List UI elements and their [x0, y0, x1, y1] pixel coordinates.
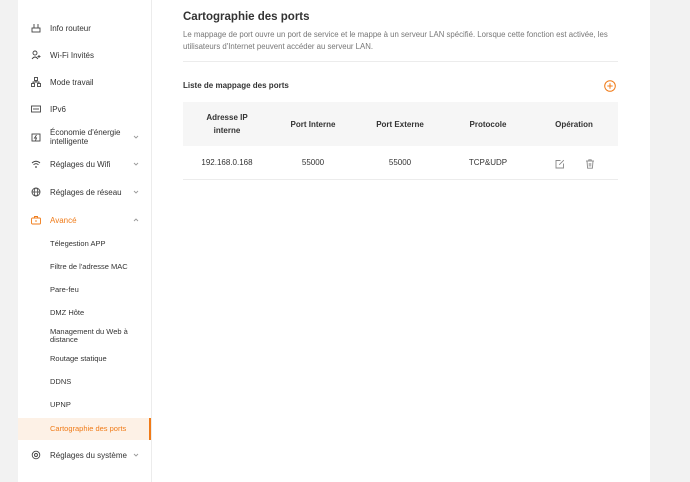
column-header-external-port: Port Externe: [376, 119, 424, 129]
sidebar-item-label: Mode travail: [50, 77, 94, 87]
subitem-label: DMZ Hôte: [50, 308, 85, 317]
sidebar-item-avance[interactable]: Avancé: [18, 214, 151, 226]
sidebar-subitem-ddns[interactable]: DDNS: [18, 378, 151, 388]
column-header-operation: Opération: [555, 119, 593, 129]
network-mode-icon: [31, 77, 41, 87]
cell-protocol: TCP&UDP: [468, 158, 508, 167]
subitem-label: Management du Web à distance: [50, 327, 128, 344]
chevron-down-icon: [133, 189, 139, 195]
sidebar-item-label: Avancé: [50, 215, 77, 225]
page-title: Cartographie des ports: [183, 11, 310, 23]
subitem-label: Filtre de l'adresse MAC: [50, 262, 128, 271]
cell-external-port: 55000: [388, 158, 412, 167]
toolbox-icon: [31, 215, 41, 225]
cell-ip: 192.168.0.168: [201, 158, 253, 167]
sidebar-subitem-cartographie-ports[interactable]: Cartographie des ports: [18, 418, 151, 440]
system-settings-icon: [31, 450, 41, 460]
column-header-protocol: Protocole: [469, 119, 507, 129]
column-header-ip: Adresse IP interne: [206, 113, 248, 135]
subitem-label: DDNS: [50, 377, 72, 386]
ipv6-icon: [31, 104, 41, 114]
sidebar-subitem-management-web[interactable]: Management du Web à distance: [18, 328, 151, 346]
router-icon: [31, 23, 41, 33]
subitem-label: UPNP: [50, 400, 71, 409]
plus-circle-icon: [604, 80, 616, 92]
divider: [183, 61, 618, 62]
sidebar-item-wifi-invites[interactable]: Wi-Fi Invités: [18, 49, 151, 61]
sidebar: Info routeur Wi-Fi Invités Mode travail …: [18, 0, 152, 482]
add-rule-button[interactable]: [604, 79, 616, 92]
sidebar-item-mode-travail[interactable]: Mode travail: [18, 76, 151, 88]
sidebar-subitem-pare-feu[interactable]: Pare-feu: [18, 286, 151, 296]
trash-icon[interactable]: [585, 156, 595, 169]
sidebar-item-reglages-wifi[interactable]: Réglages du Wifi: [18, 158, 151, 170]
guest-user-icon: [31, 50, 41, 60]
sidebar-item-label: IPv6: [50, 104, 67, 114]
sidebar-item-label: Info routeur: [50, 23, 91, 33]
sidebar-item-ipv6[interactable]: IPv6: [18, 103, 151, 115]
sidebar-item-reglages-systeme[interactable]: Réglages du système: [18, 449, 151, 461]
subitem-label: Routage statique: [50, 354, 107, 363]
sidebar-item-label: Wi-Fi Invités: [50, 50, 94, 60]
list-title: Liste de mappage des ports: [183, 81, 289, 90]
sidebar-item-economie-energie[interactable]: Économie d'énergie intelligente: [18, 127, 151, 146]
sidebar-item-label: Réglages de réseau: [50, 187, 122, 197]
cell-internal-port: 55000: [301, 158, 325, 167]
edit-icon[interactable]: [555, 156, 565, 169]
chevron-down-icon: [133, 134, 139, 140]
wifi-icon: [31, 159, 41, 169]
sidebar-subitem-filtre-mac[interactable]: Filtre de l'adresse MAC: [18, 263, 151, 273]
globe-icon: [31, 187, 41, 197]
subitem-label: Cartographie des ports: [50, 424, 127, 433]
table-row: 192.168.0.168 55000 55000 TCP&UDP: [183, 146, 618, 180]
sidebar-item-info-routeur[interactable]: Info routeur: [18, 22, 151, 34]
sidebar-subitem-dmz[interactable]: DMZ Hôte: [18, 309, 151, 319]
chevron-down-icon: [133, 452, 139, 458]
sidebar-item-reglages-reseau[interactable]: Réglages de réseau: [18, 186, 151, 198]
chevron-down-icon: [133, 161, 139, 167]
sidebar-item-label: Économie d'énergie intelligente: [50, 127, 121, 146]
sidebar-item-label: Réglages du système: [50, 450, 127, 460]
sidebar-item-label: Réglages du Wifi: [50, 159, 111, 169]
sidebar-subitem-telegestion[interactable]: Télegestion APP: [18, 240, 151, 250]
chevron-up-icon: [133, 217, 139, 223]
sidebar-subitem-routage-statique[interactable]: Routage statique: [18, 355, 151, 365]
subitem-label: Pare-feu: [50, 285, 79, 294]
page-description: Le mappage de port ouvre un port de serv…: [183, 30, 608, 51]
subitem-label: Télegestion APP: [50, 239, 106, 248]
sidebar-subitem-upnp[interactable]: UPNP: [18, 401, 151, 411]
table-header: Adresse IP interne Port Interne Port Ext…: [183, 102, 618, 146]
column-header-internal-port: Port Interne: [290, 119, 336, 129]
energy-saving-icon: [31, 132, 41, 142]
